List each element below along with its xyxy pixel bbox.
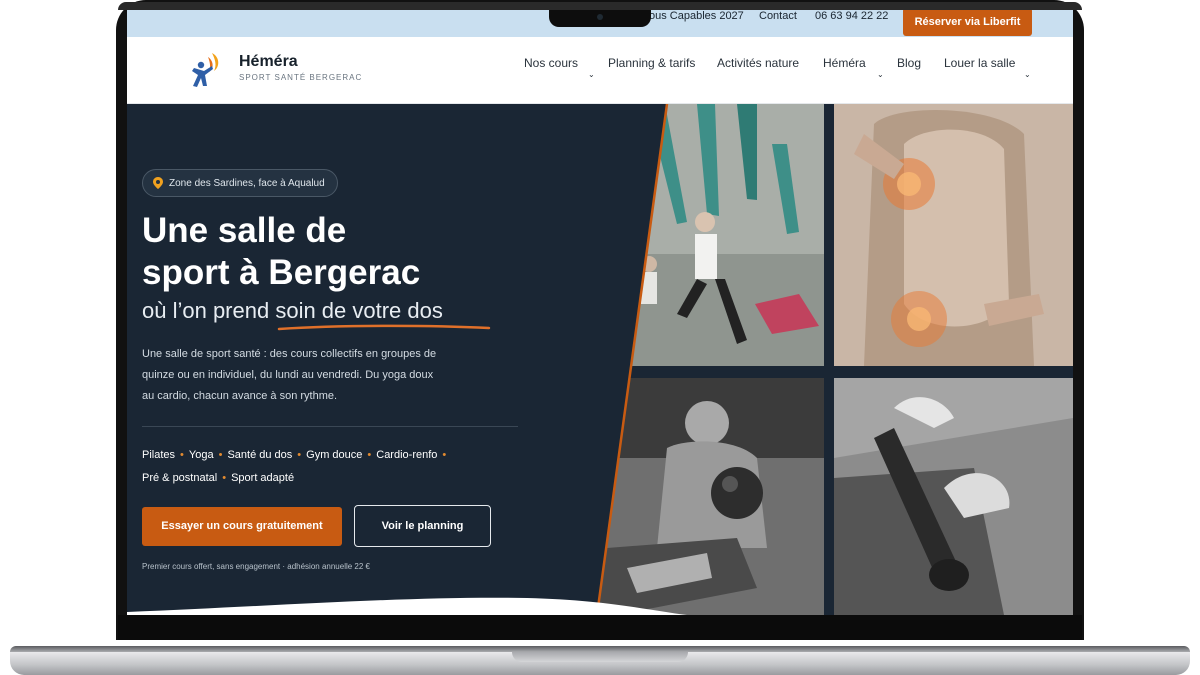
topbar-link-contact[interactable]: Contact [759, 10, 797, 22]
nav-item-louer-salle[interactable]: Louer la salle [944, 56, 1015, 70]
location-badge: Zone des Sardines, face à Aqualud [142, 169, 338, 197]
brand-tagline: SPORT SANTÉ BERGERAC [239, 73, 363, 82]
hemera-logo-icon[interactable] [190, 51, 224, 89]
view-schedule-button[interactable]: Voir le planning [354, 505, 491, 547]
main-navbar: Héméra SPORT SANTÉ BERGERAC Nos cours ⌄ … [127, 37, 1073, 104]
laptop-base-notch [512, 652, 688, 662]
hero-title-line2: sport à Bergerac [142, 253, 421, 292]
chevron-down-icon: ⌄ [1024, 70, 1031, 79]
chevron-down-icon: ⌄ [877, 70, 884, 79]
book-liberfit-button[interactable]: Réserver via Liberfit [903, 10, 1032, 36]
tag-cardio-renfo: Cardio-renfo [376, 449, 438, 461]
chevron-down-icon: ⌄ [588, 70, 595, 79]
tag-pilates: Pilates [142, 449, 176, 461]
location-pin-icon [153, 177, 163, 189]
location-text: Zone des Sardines, face à Aqualud [169, 177, 325, 189]
hero-subtitle-prefix: où l’on prend [142, 298, 276, 323]
nav-item-planning-tarifs[interactable]: Planning & tarifs [608, 56, 695, 70]
nav-item-blog[interactable]: Blog [897, 56, 921, 70]
hero-section: Zone des Sardines, face à Aqualud Une sa… [127, 104, 1073, 615]
topbar-link-capables[interactable]: ous Capables 2027 [649, 10, 744, 22]
orange-underline [277, 324, 491, 331]
laptop-chin [118, 615, 1082, 640]
tag-yoga: Yoga [188, 449, 214, 461]
nav-item-activites-nature[interactable]: Activités nature [717, 56, 799, 70]
activity-tags: Pilates • Yoga • Santé du dos • Gym douce • Card… [142, 449, 447, 484]
tag-sport-adapte: Sport adapté [231, 472, 295, 484]
nav-item-hemera[interactable]: Héméra [823, 56, 866, 70]
hero-title: Une salle de sport à Bergerac [142, 210, 420, 294]
camera-icon [597, 14, 603, 20]
nav-item-nos-cours[interactable]: Nos cours [524, 56, 578, 70]
hero-description: Une salle de sport santé : des cours col… [142, 348, 437, 402]
topbar-phone[interactable]: 06 63 94 22 22 [815, 10, 888, 22]
tag-pre-postnatal: Pré & postnatal [142, 472, 218, 484]
bottom-wave [127, 597, 687, 615]
tag-gym-douce: Gym douce [306, 449, 363, 461]
hero-title-line1: Une salle de [142, 211, 347, 250]
brand-name[interactable]: Héméra [239, 53, 298, 71]
hero-footnote: Premier cours offert, sans engagement · … [142, 562, 370, 571]
divider [142, 426, 518, 427]
hero-subtitle-highlight: soin de votre dos [275, 298, 443, 323]
browser-screen: ous Capables 2027 Contact 06 63 94 22 22… [127, 10, 1073, 615]
tag-sante-dos: Santé du dos [227, 449, 293, 461]
hero-subtitle: où l’on prend soin de votre dos [142, 298, 443, 324]
laptop-bezel [118, 2, 1082, 10]
try-free-class-button[interactable]: Essayer un cours gratuitement [142, 507, 342, 546]
